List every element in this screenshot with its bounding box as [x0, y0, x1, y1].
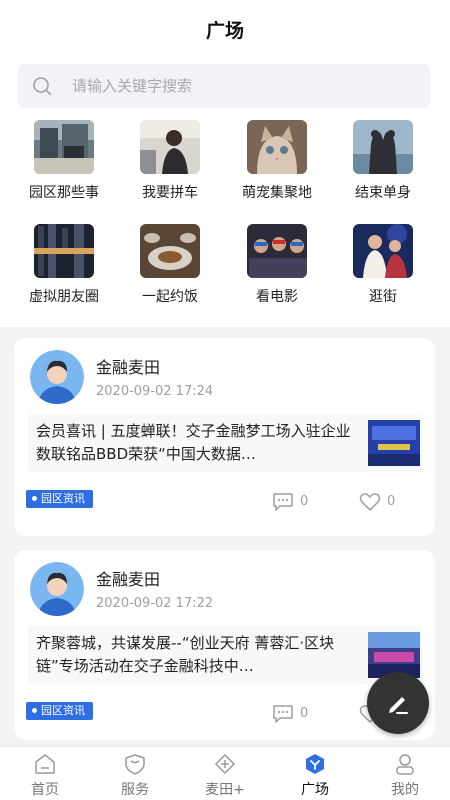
- category-end-single[interactable]: 结束单身: [333, 120, 433, 202]
- category-label: 逛街: [369, 289, 397, 305]
- square-icon: [306, 754, 324, 774]
- category-label: 虚拟朋友圈: [29, 289, 99, 305]
- tab-label: 服务: [121, 782, 149, 798]
- tab-service[interactable]: 服务: [90, 747, 180, 800]
- park-stories-image: [34, 120, 94, 174]
- search-icon: [33, 77, 52, 96]
- compose-button[interactable]: [367, 672, 429, 734]
- comment-button[interactable]: 0: [272, 704, 322, 726]
- category-shopping[interactable]: 逛街: [333, 224, 433, 306]
- dining-image: [140, 224, 200, 278]
- category-label: 园区那些事: [29, 185, 99, 201]
- category-tag[interactable]: 园区资讯: [26, 490, 93, 508]
- tab-profile[interactable]: 我的: [360, 747, 450, 800]
- carpool-image: [140, 120, 200, 174]
- category-label: 看电影: [256, 289, 298, 305]
- category-movies[interactable]: 看电影: [227, 224, 327, 306]
- author-name: 金融麦田: [96, 358, 161, 377]
- post-card[interactable]: 金融麦田 2020-09-02 17:24 会员喜讯 | 五度蝉联！交子金融梦工…: [14, 338, 435, 536]
- like-button[interactable]: 0: [359, 492, 409, 514]
- pets-image: [247, 120, 307, 174]
- category-carpool[interactable]: 我要拼车: [120, 120, 220, 202]
- post-thumbnail: [368, 420, 420, 466]
- tab-label: 首页: [31, 782, 59, 798]
- post-text: 齐聚蓉城，共谋发展--“创业天府 菁蓉汇·区块链”专场活动在交子金融科技中…: [36, 634, 335, 675]
- post-time: 2020-09-02 17:22: [96, 596, 214, 611]
- category-tag[interactable]: 园区资讯: [26, 702, 93, 720]
- comment-icon: [273, 493, 293, 511]
- category-label: 结束单身: [355, 185, 411, 201]
- shopping-image: [353, 224, 413, 278]
- post-text: 会员喜讯 | 五度蝉联！交子金融梦工场入驻企业数联铭品BBD荣获“中国大数据…: [36, 422, 351, 463]
- post-thumbnail: [368, 632, 420, 678]
- service-shield-icon: [125, 754, 145, 775]
- movies-image: [247, 224, 307, 278]
- post-time: 2020-09-02 17:24: [96, 384, 214, 399]
- heart-icon: [359, 493, 381, 511]
- profile-icon: [396, 754, 414, 775]
- search-bar[interactable]: [18, 64, 430, 108]
- top-panel: 广场 园区那些事 我要拼车: [0, 0, 450, 327]
- tab-maitian-plus[interactable]: 麦田+: [180, 747, 270, 800]
- search-input[interactable]: [72, 64, 412, 108]
- author-avatar: [30, 350, 84, 404]
- home-icon: [35, 754, 55, 774]
- page-title: 广场: [205, 20, 244, 42]
- category-label: 一起约饭: [142, 289, 198, 305]
- comment-count: 0: [300, 706, 309, 721]
- comment-button[interactable]: 0: [272, 492, 322, 514]
- comment-icon: [273, 705, 293, 723]
- like-count: 0: [387, 494, 396, 509]
- tab-square[interactable]: 广场: [270, 747, 360, 800]
- end-single-image: [353, 120, 413, 174]
- tab-label: 广场: [301, 782, 329, 798]
- author-avatar: [30, 562, 84, 616]
- tab-home[interactable]: 首页: [0, 747, 90, 800]
- post-preview[interactable]: 齐聚蓉城，共谋发展--“创业天府 菁蓉汇·区块链”专场活动在交子金融科技中…: [28, 626, 423, 684]
- category-pets[interactable]: 萌宠集聚地: [227, 120, 327, 202]
- tab-label: 麦田+: [205, 782, 245, 798]
- author-name: 金融麦田: [96, 570, 161, 589]
- tab-label: 我的: [391, 782, 419, 798]
- category-virtual-friends[interactable]: 虚拟朋友圈: [14, 224, 114, 306]
- category-label: 萌宠集聚地: [242, 185, 312, 201]
- plus-diamond-icon: [215, 754, 235, 774]
- post-preview[interactable]: 会员喜讯 | 五度蝉联！交子金融梦工场入驻企业数联铭品BBD荣获“中国大数据…: [28, 414, 423, 472]
- bottom-tab-bar: 首页 服务 麦田+ 广场 我的: [0, 746, 450, 800]
- category-park-stories[interactable]: 园区那些事: [14, 120, 114, 202]
- virtual-friends-image: [34, 224, 94, 278]
- category-label: 我要拼车: [142, 185, 198, 201]
- comment-count: 0: [300, 494, 309, 509]
- category-dining[interactable]: 一起约饭: [120, 224, 220, 306]
- pencil-icon: [389, 697, 408, 714]
